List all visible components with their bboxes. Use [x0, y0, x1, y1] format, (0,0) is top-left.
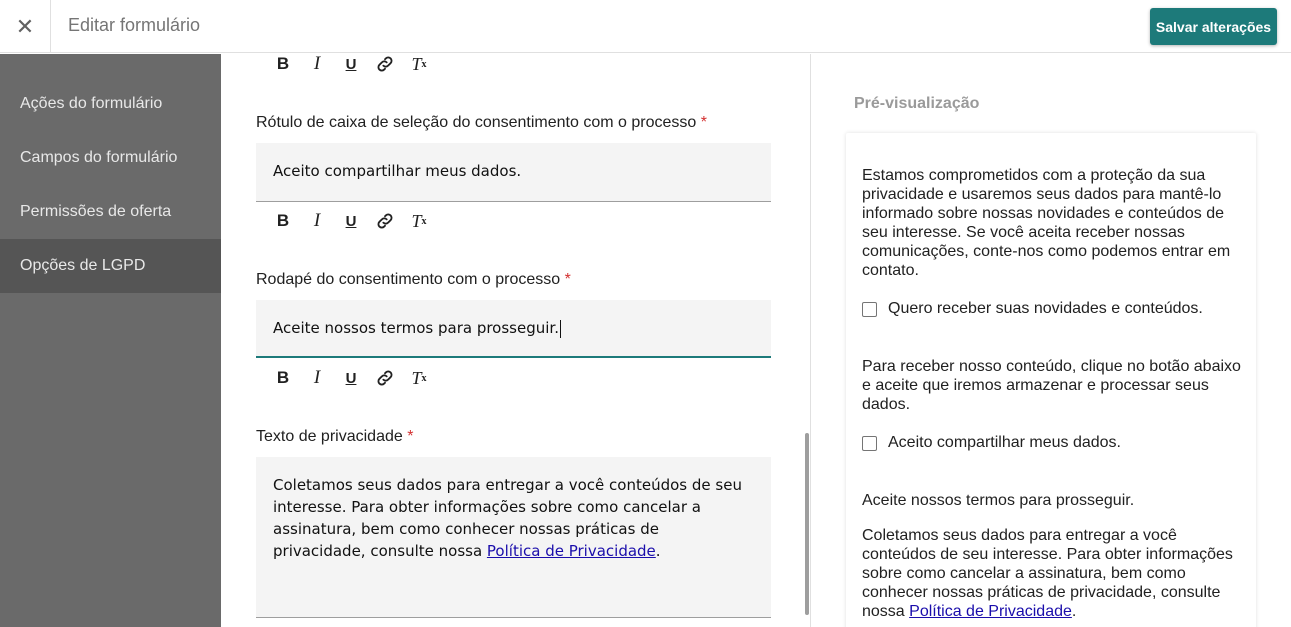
checkbox-label: Quero receber suas novidades e conteúdos… — [888, 300, 1203, 317]
field-label-text: Texto de privacidade — [256, 428, 403, 445]
consent-checkbox-label-input[interactable]: Aceito compartilhar meus dados. — [256, 143, 771, 202]
preview-privacy-policy-link[interactable]: Política de Privacidade — [909, 603, 1072, 620]
preview-footer-text: Aceite nossos termos para prosseguir. — [862, 492, 1135, 509]
preview-panel: Estamos comprometidos com a proteção da … — [846, 133, 1256, 627]
checkbox-icon — [862, 301, 877, 317]
page-title: Editar formulário — [68, 15, 201, 35]
link-icon[interactable] — [368, 365, 402, 391]
clear-format-icon: T — [411, 53, 422, 74]
required-marker: * — [407, 428, 414, 445]
field-label-text: Rótulo de caixa de seleção do consentime… — [256, 114, 697, 131]
clear-format-sub: x — [421, 372, 427, 384]
consent-footer-title: Rodapé do consentimento com o processo * — [256, 271, 571, 289]
privacy-text-input[interactable]: Coletamos seus dados para entregar a voc… — [256, 457, 771, 618]
checkbox-label: Aceito compartilhar meus dados. — [888, 434, 1121, 451]
clear-format-button[interactable]: Tx — [402, 208, 436, 234]
underline-button[interactable]: U — [334, 51, 368, 77]
sidebar-item-label: Ações do formulário — [20, 95, 163, 112]
clear-format-button[interactable]: Tx — [402, 365, 436, 391]
link-icon[interactable] — [368, 51, 402, 77]
close-button[interactable]: ✕ — [0, 0, 50, 53]
preview-title: Pré-visualização — [854, 95, 980, 112]
sidebar-item-label: Opções de LGPD — [20, 257, 146, 274]
italic-button[interactable]: I — [300, 365, 334, 391]
field-value: Aceite nossos termos para prosseguir. — [273, 319, 559, 337]
checkbox-icon — [862, 435, 877, 451]
app-header: ✕ Editar formulário Salvar alterações — [0, 0, 1291, 53]
italic-button[interactable]: I — [300, 51, 334, 77]
preview-process-text: Para receber nosso conteúdo, clique no b… — [862, 358, 1241, 413]
field-value-end: . — [655, 542, 661, 560]
field-value: Aceito compartilhar meus dados. — [273, 162, 522, 180]
clear-format-sub: x — [421, 215, 427, 227]
bold-button[interactable]: B — [266, 365, 300, 391]
sidebar-item-lgpd-options[interactable]: Opções de LGPD — [0, 239, 221, 293]
save-changes-button[interactable]: Salvar alterações — [1150, 8, 1277, 45]
bold-button[interactable]: B — [266, 208, 300, 234]
privacy-text-title: Texto de privacidade * — [256, 428, 413, 446]
rich-text-toolbar: B I U Tx — [266, 365, 436, 391]
rich-text-toolbar: B I U Tx — [266, 51, 436, 77]
sidebar-item-offer-permissions[interactable]: Permissões de oferta — [0, 185, 221, 239]
underline-button[interactable]: U — [334, 208, 368, 234]
clear-format-icon: T — [411, 367, 422, 388]
bold-button[interactable]: B — [266, 51, 300, 77]
sidebar: Ações do formulário Campos do formulário… — [0, 54, 221, 627]
editor-scrollbar[interactable] — [805, 433, 809, 615]
sidebar-item-form-fields[interactable]: Campos do formulário — [0, 131, 221, 185]
clear-format-icon: T — [411, 210, 422, 231]
header-divider — [50, 0, 51, 53]
rich-text-toolbar: B I U Tx — [266, 208, 436, 234]
italic-button[interactable]: I — [300, 208, 334, 234]
preview-intro-text: Estamos comprometidos com a proteção da … — [862, 167, 1231, 279]
sidebar-item-form-actions[interactable]: Ações do formulário — [0, 77, 221, 131]
text-caret — [559, 319, 561, 338]
column-divider — [810, 54, 811, 627]
clear-format-button[interactable]: Tx — [402, 51, 436, 77]
underline-button[interactable]: U — [334, 365, 368, 391]
clear-format-sub: x — [421, 58, 427, 70]
close-icon: ✕ — [15, 13, 35, 39]
sidebar-item-label: Permissões de oferta — [20, 203, 172, 220]
required-marker: * — [700, 114, 707, 131]
sidebar-item-label: Campos do formulário — [20, 149, 178, 166]
privacy-text-end: . — [1071, 603, 1077, 620]
privacy-policy-link[interactable]: Política de Privacidade — [487, 542, 656, 560]
preview-privacy-text: Coletamos seus dados para entregar a voc… — [862, 526, 1242, 621]
consent-footer-input[interactable]: Aceite nossos termos para prosseguir. — [256, 300, 771, 358]
consent-checkbox-label-title: Rótulo de caixa de seleção do consentime… — [256, 114, 707, 132]
preview-consent-checkbox[interactable]: Aceito compartilhar meus dados. — [862, 434, 1121, 452]
link-icon[interactable] — [368, 208, 402, 234]
preview-newsletter-checkbox[interactable]: Quero receber suas novidades e conteúdos… — [862, 300, 1203, 318]
required-marker: * — [564, 271, 571, 288]
field-label-text: Rodapé do consentimento com o processo — [256, 271, 561, 288]
